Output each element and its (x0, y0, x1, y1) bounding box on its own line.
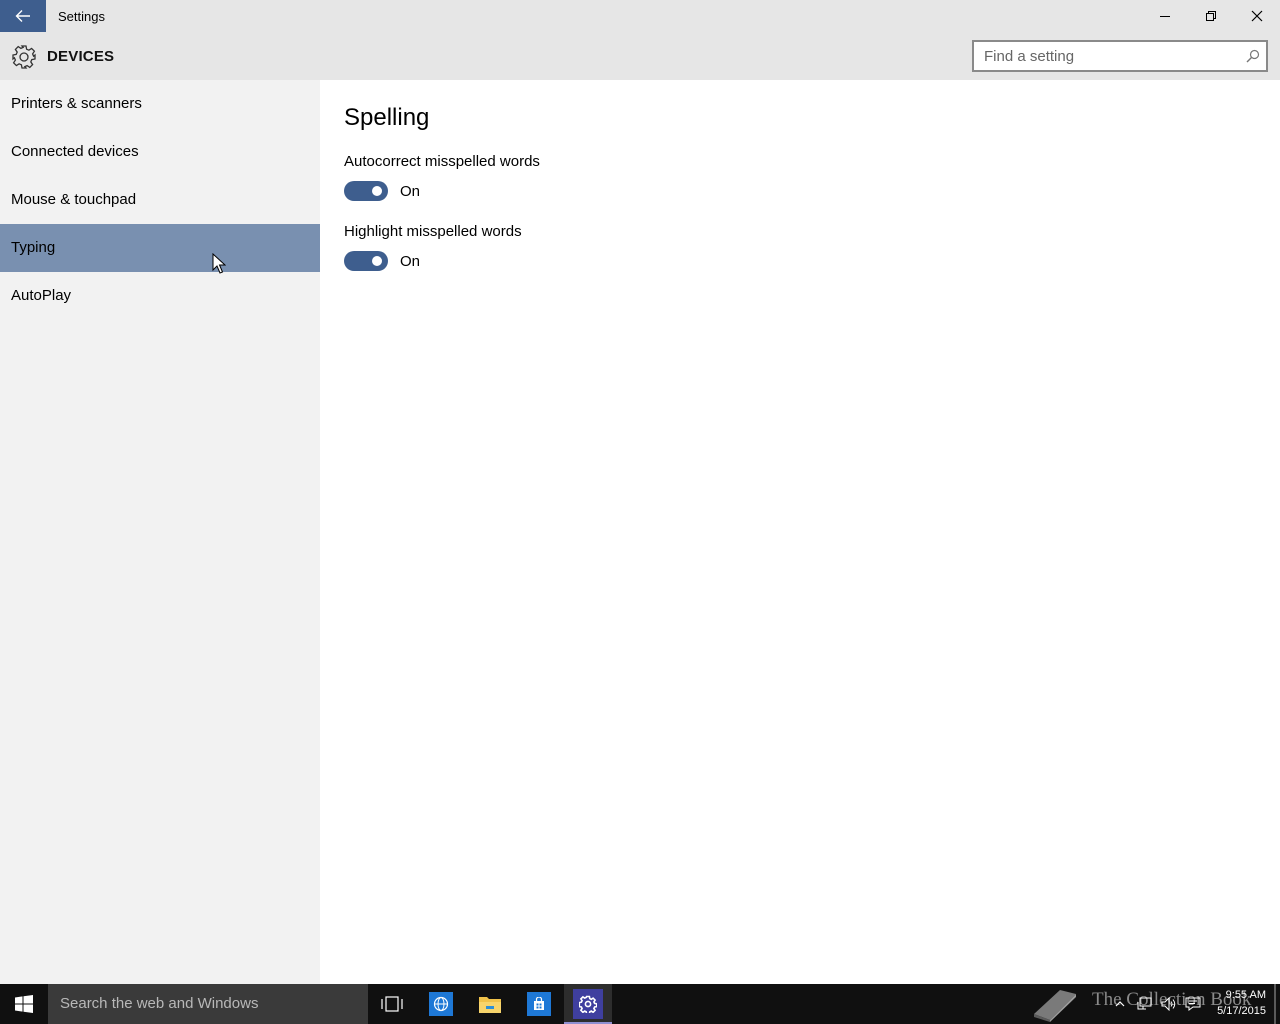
restore-button[interactable] (1188, 0, 1234, 32)
section-title: DEVICES (47, 48, 115, 65)
settings-header: DEVICES (0, 32, 1280, 80)
file-explorer-button[interactable] (466, 984, 514, 1024)
settings-icon (573, 989, 603, 1019)
toggle-knob (372, 186, 382, 196)
title-bar: Settings (0, 0, 1280, 32)
volume-icon (1161, 997, 1176, 1011)
restore-icon (1206, 11, 1216, 21)
file-explorer-icon (479, 997, 501, 1013)
highlight-toggle[interactable] (344, 251, 388, 271)
close-button[interactable] (1234, 0, 1280, 32)
highlight-state: On (400, 253, 421, 270)
show-hidden-icons[interactable] (1112, 984, 1128, 1024)
volume-tray[interactable] (1158, 984, 1180, 1024)
start-button[interactable] (0, 984, 48, 1024)
settings-taskbar-button[interactable] (564, 984, 612, 1024)
autocorrect-label: Autocorrect misspelled words (344, 153, 540, 170)
sidebar-item-autoplay[interactable]: AutoPlay (0, 272, 320, 320)
search-input[interactable] (974, 42, 1234, 70)
search-icon[interactable] (1246, 49, 1260, 63)
content-pane: Spelling Autocorrect misspelled words On… (320, 80, 1280, 984)
window-title: Settings (58, 9, 105, 24)
autocorrect-state: On (400, 183, 421, 200)
store-icon (527, 992, 551, 1016)
highlight-label: Highlight misspelled words (344, 223, 522, 240)
find-setting-search[interactable] (972, 40, 1268, 72)
show-desktop-button[interactable] (1274, 984, 1276, 1024)
taskbar-search[interactable]: Search the web and Windows (48, 984, 368, 1024)
sidebar-item-typing[interactable]: Typing (0, 224, 320, 272)
minimize-button[interactable] (1142, 0, 1188, 32)
autocorrect-toggle[interactable] (344, 181, 388, 201)
sidebar-item-mouse-touchpad[interactable]: Mouse & touchpad (0, 176, 320, 224)
clock-time: 9:55 AM (1225, 989, 1266, 1001)
task-view-icon (381, 996, 403, 1012)
task-view-button[interactable] (368, 984, 416, 1024)
page-title: Spelling (344, 104, 430, 131)
gear-icon (12, 45, 36, 69)
close-icon (1251, 10, 1263, 22)
sidebar-item-connected-devices[interactable]: Connected devices (0, 128, 320, 176)
back-button[interactable] (0, 0, 46, 32)
chevron-up-icon (1115, 1001, 1125, 1007)
sidebar: Printers & scanners Connected devices Mo… (0, 80, 320, 984)
minimize-icon (1160, 16, 1170, 17)
network-icon (1137, 997, 1152, 1010)
taskbar-clock[interactable]: 9:55 AM 5/17/2015 (1204, 987, 1266, 1019)
taskbar: Search the web and Windows The Collectio… (0, 984, 1280, 1024)
network-tray[interactable] (1134, 984, 1156, 1024)
sidebar-item-printers-scanners[interactable]: Printers & scanners (0, 80, 320, 128)
action-center-icon (1185, 997, 1201, 1011)
clock-date: 5/17/2015 (1217, 1005, 1266, 1017)
mouse-cursor (212, 253, 226, 274)
toggle-knob (372, 256, 382, 266)
book-watermark-icon (1034, 990, 1076, 1022)
store-button[interactable] (515, 984, 563, 1024)
action-center-tray[interactable] (1182, 984, 1204, 1024)
back-arrow-icon (15, 10, 30, 22)
internet-explorer-icon (429, 992, 453, 1016)
windows-logo-icon (15, 995, 33, 1013)
internet-explorer-button[interactable] (417, 984, 465, 1024)
